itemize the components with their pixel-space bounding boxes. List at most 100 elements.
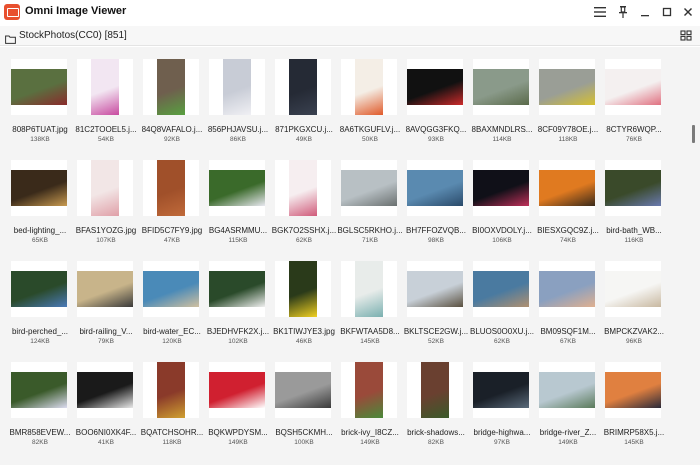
thumbnail-item[interactable]: BFAS1YOZG.jpg 107KB [73, 148, 139, 244]
folder-path[interactable]: StockPhotos(CC0) [851] [19, 30, 127, 41]
thumbnail-filesize: 62KB [494, 338, 510, 345]
thumbnail-grid: 808P6TUAT.jpg 138KB 81C2TOOEL5.j... 54KB 84Q… [0, 47, 690, 465]
thumbnail-item[interactable]: 856PHJAVSU.j... 86KB [205, 47, 271, 143]
thumbnail-frame [209, 261, 265, 317]
thumbnail-frame [77, 59, 133, 115]
thumbnail-filename: bed-lighting_... [13, 226, 67, 235]
thumbnail-image [157, 59, 185, 115]
thumbnail-frame [539, 261, 595, 317]
thumbnail-filesize: 107KB [96, 237, 116, 244]
thumbnail-frame [143, 261, 199, 317]
thumbnail-item[interactable]: brick-shadows... 82KB [403, 350, 469, 446]
thumbnail-filesize: 149KB [360, 439, 380, 446]
thumbnail-item[interactable]: 8A6TKGUFLV.j... 50KB [337, 47, 403, 143]
thumbnail-frame [143, 59, 199, 115]
thumbnail-item[interactable]: BQKWPDYSM... 149KB [205, 350, 271, 446]
thumbnail-item[interactable]: BQATCHSOHR... 118KB [139, 350, 205, 446]
thumbnail-frame [341, 59, 397, 115]
thumbnail-item[interactable]: BFID5C7FY9.jpg 47KB [139, 148, 205, 244]
thumbnail-frame [11, 59, 67, 115]
thumbnail-filesize: 54KB [98, 136, 114, 143]
maximize-icon[interactable] [656, 2, 678, 22]
thumbnail-item[interactable]: BOO6NI0XK4F... 41KB [73, 350, 139, 446]
thumbnail-filesize: 124KB [30, 338, 50, 345]
thumbnail-item[interactable]: bed-lighting_... 65KB [7, 148, 73, 244]
thumbnail-image [473, 69, 529, 105]
thumbnail-item[interactable]: bridge-highwa... 97KB [469, 350, 535, 446]
thumbnail-image [355, 362, 383, 418]
thumbnail-item[interactable]: BH7FFOZVQB... 98KB [403, 148, 469, 244]
thumbnail-filename: BLUOS0O0XU.j... [469, 327, 535, 336]
thumbnail-item[interactable]: BK1TIWJYE3.jpg 46KB [271, 249, 337, 345]
thumbnail-frame [605, 160, 661, 216]
thumbnail-item[interactable]: 8AVQGG3FKQ... 93KB [403, 47, 469, 143]
thumbnail-item[interactable]: 8CF09Y78OE.j... 118KB [535, 47, 601, 143]
scrollbar-thumb[interactable] [692, 125, 695, 143]
thumbnail-filename: BI0OXVDOLY.j... [472, 226, 532, 235]
thumbnail-item[interactable]: BGK7O2SSHX.j... 62KB [271, 148, 337, 244]
thumbnail-frame [473, 160, 529, 216]
thumbnail-item[interactable]: bird-water_EC... 120KB [139, 249, 205, 345]
thumbnail-frame [209, 160, 265, 216]
menu-icon[interactable] [589, 2, 611, 22]
thumbnail-item[interactable]: BMPCKZVAK2... 96KB [601, 249, 667, 345]
thumbnail-item[interactable]: bird-railing_V... 79KB [73, 249, 139, 345]
thumbnail-item[interactable]: 808P6TUAT.jpg 138KB [7, 47, 73, 143]
minimize-icon[interactable] [634, 2, 656, 22]
thumbnail-filename: 8BAXMNDLRS... [471, 125, 533, 134]
thumbnail-frame [209, 59, 265, 115]
thumbnail-filesize: 118KB [162, 439, 182, 446]
thumbnail-filesize: 97KB [494, 439, 510, 446]
grid-view-icon[interactable] [679, 29, 695, 44]
thumbnail-item[interactable]: BLUOS0O0XU.j... 62KB [469, 249, 535, 345]
thumbnail-item[interactable]: BG4ASRMMU... 115KB [205, 148, 271, 244]
thumbnail-filename: 808P6TUAT.jpg [12, 125, 68, 134]
thumbnail-filesize: 138KB [30, 136, 50, 143]
thumbnail-item[interactable]: BGLSC5RKHO.j... 71KB [337, 148, 403, 244]
thumbnail-frame [407, 261, 463, 317]
thumbnail-filename: BQKWPDYSM... [208, 428, 268, 437]
thumbnail-item[interactable]: BRIMRP58X5.j... 145KB [601, 350, 667, 446]
thumbnail-item[interactable]: brick-ivy_I8CZ... 149KB [337, 350, 403, 446]
thumbnail-image [11, 271, 67, 307]
thumbnail-item[interactable]: 8CTYR6WQP... 76KB [601, 47, 667, 143]
thumbnail-item[interactable]: BIESXGQC9Z.j... 74KB [535, 148, 601, 244]
thumbnail-image [605, 170, 661, 206]
thumbnail-filename: BFAS1YOZG.jpg [75, 226, 137, 235]
thumbnail-item[interactable]: 8BAXMNDLRS... 114KB [469, 47, 535, 143]
thumbnail-filename: BMPCKZVAK2... [604, 327, 664, 336]
thumbnail-item[interactable]: BMR858EVEW... 82KB [7, 350, 73, 446]
thumbnail-item[interactable]: bird-bath_WB... 116KB [601, 148, 667, 244]
thumbnail-image [421, 362, 449, 418]
thumbnail-item[interactable]: BM09SQF1M... 67KB [535, 249, 601, 345]
thumbnail-item[interactable]: BQSH5CKMH... 100KB [271, 350, 337, 446]
thumbnail-filename: BIESXGQC9Z.j... [537, 226, 599, 235]
thumbnail-item[interactable]: 84Q8VAFALO.j... 92KB [139, 47, 205, 143]
thumbnail-item[interactable]: bird-perched_... 124KB [7, 249, 73, 345]
thumbnail-filesize: 96KB [626, 338, 642, 345]
thumbnail-image [473, 170, 529, 206]
thumbnail-filesize: 120KB [162, 338, 182, 345]
thumbnail-item[interactable]: BI0OXVDOLY.j... 106KB [469, 148, 535, 244]
vertical-scrollbar[interactable] [690, 47, 700, 465]
thumbnail-item[interactable]: 81C2TOOEL5.j... 54KB [73, 47, 139, 143]
pin-icon[interactable] [612, 2, 634, 22]
thumbnail-filename: BGK7O2SSHX.j... [271, 226, 337, 235]
thumbnail-filesize: 82KB [428, 439, 444, 446]
close-icon[interactable] [677, 2, 699, 22]
thumbnail-image [341, 170, 397, 206]
thumbnail-item[interactable]: BKLTSCE2GW.j... 52KB [403, 249, 469, 345]
thumbnail-filesize: 65KB [32, 237, 48, 244]
thumbnail-filename: brick-ivy_I8CZ... [341, 428, 399, 437]
thumbnail-filename: 84Q8VAFALO.j... [141, 125, 203, 134]
thumbnail-frame [605, 59, 661, 115]
thumbnail-item[interactable]: BJEDHVFK2X.j... 102KB [205, 249, 271, 345]
thumbnail-image [473, 372, 529, 408]
thumbnail-item[interactable]: 871PKGXCU.j... 49KB [271, 47, 337, 143]
thumbnail-frame [473, 59, 529, 115]
thumbnail-filename: BJEDHVFK2X.j... [206, 327, 270, 336]
thumbnail-image [539, 69, 595, 105]
thumbnail-item[interactable]: BKFWTAA5D8... 145KB [337, 249, 403, 345]
thumbnail-item[interactable]: bridge-river_Z... 149KB [535, 350, 601, 446]
thumbnail-frame [473, 261, 529, 317]
